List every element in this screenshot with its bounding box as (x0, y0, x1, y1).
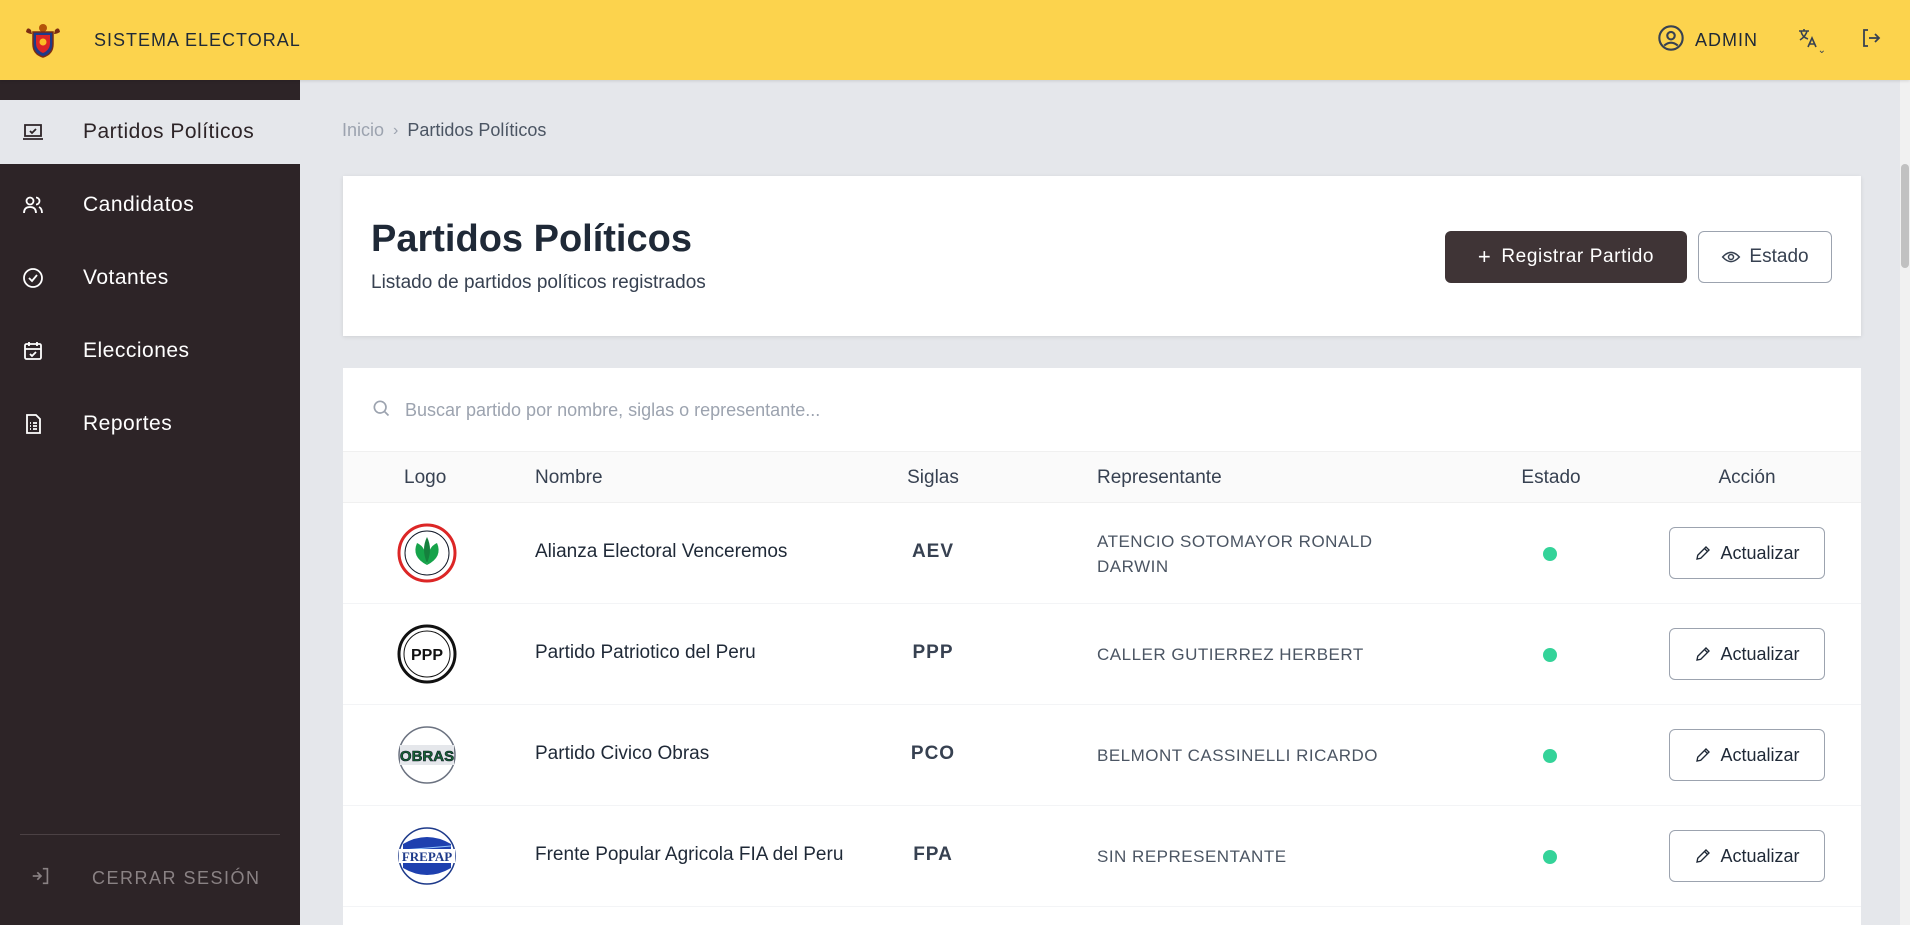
sidebar: Partidos Políticos Candidatos Votantes E… (0, 80, 300, 925)
party-name: Partido Patriotico del Peru (535, 642, 756, 663)
status-active-dot (1543, 850, 1557, 864)
update-label: Actualizar (1720, 845, 1800, 866)
party-logo: FREPAP (397, 826, 457, 886)
table-row: FREPAP Frente Popular Agricola FIA del P… (343, 806, 1861, 907)
pencil-icon (1694, 645, 1712, 663)
party-representative: ATENCIO SOTOMAYOR RONALD DARWIN (1097, 532, 1373, 576)
party-name: Partido Civico Obras (535, 743, 710, 764)
scrollbar-thumb[interactable] (1901, 164, 1909, 268)
table-row: Alianza Electoral Venceremos AEV ATENCIO… (343, 503, 1861, 604)
status-active-dot (1543, 547, 1557, 561)
party-representative: CALLER GUTIERREZ HERBERT (1097, 645, 1364, 664)
party-sigla: FPA (913, 844, 953, 865)
logo-text: FREPAP (402, 849, 452, 864)
users-icon (20, 192, 46, 218)
sidebar-item-votantes[interactable]: Votantes (0, 246, 300, 310)
breadcrumb-home-link[interactable]: Inicio (342, 120, 384, 141)
check-circle-icon (20, 265, 46, 291)
page-title: Partidos Políticos (371, 218, 692, 260)
sidebar-item-label: Partidos Políticos (83, 120, 255, 143)
breadcrumb-separator: › (393, 121, 399, 139)
main-content: Inicio › Partidos Políticos Partidos Pol… (300, 80, 1910, 925)
estado-label: Estado (1749, 246, 1809, 267)
sidebar-item-label: Elecciones (83, 339, 190, 362)
page-subtitle: Listado de partidos políticos registrado… (371, 272, 706, 293)
update-party-button[interactable]: Actualizar (1669, 830, 1825, 882)
estado-filter-button[interactable]: Estado (1698, 231, 1832, 283)
coat-of-arms-logo (24, 21, 62, 59)
table-header: Logo Nombre Siglas Representante Estado … (343, 451, 1861, 503)
register-party-label: Registrar Partido (1501, 246, 1655, 267)
pencil-icon (1694, 544, 1712, 562)
user-menu-button[interactable]: ADMIN (1657, 24, 1758, 57)
update-label: Actualizar (1720, 643, 1800, 664)
update-party-button[interactable]: Actualizar (1669, 628, 1825, 680)
pencil-icon (1694, 847, 1712, 865)
update-label: Actualizar (1720, 542, 1800, 563)
party-sigla: PPP (912, 642, 954, 663)
register-party-button[interactable]: + Registrar Partido (1445, 231, 1687, 283)
search-icon (371, 398, 391, 423)
search-input[interactable] (405, 399, 1805, 421)
logo-text: OBRAS (400, 748, 454, 765)
update-party-button[interactable]: Actualizar (1669, 527, 1825, 579)
logout-icon (30, 865, 52, 892)
party-representative: SIN REPRESENTANTE (1097, 847, 1287, 866)
column-header-siglas: Siglas (907, 467, 959, 488)
file-text-icon (20, 411, 46, 437)
page-scrollbar[interactable] (1900, 80, 1910, 925)
user-circle-icon (1657, 24, 1685, 57)
column-header-representante: Representante (1097, 467, 1222, 488)
column-header-accion: Acción (1718, 467, 1776, 488)
party-logo (397, 523, 457, 583)
table-row: OBRAS Partido Civico Obras PCO BELMONT C… (343, 705, 1861, 806)
calendar-check-icon (20, 338, 46, 364)
party-name: Alianza Electoral Venceremos (535, 541, 788, 562)
app-title: SISTEMA ELECTORAL (94, 29, 301, 50)
sidebar-logout-button[interactable]: CERRAR SESIÓN (30, 865, 261, 892)
search-bar (371, 390, 1831, 430)
page-header-card: Partidos Políticos Listado de partidos p… (343, 176, 1861, 336)
sidebar-divider (20, 834, 280, 835)
user-name: ADMIN (1695, 29, 1758, 50)
update-label: Actualizar (1720, 744, 1800, 765)
logo-text: PPP (411, 647, 443, 664)
logout-icon (1859, 26, 1883, 55)
party-sigla: PCO (910, 743, 956, 764)
table-row: PPP Partido Patriotico del Peru PPP CALL… (343, 604, 1861, 705)
party-representative: BELMONT CASSINELLI RICARDO (1097, 746, 1378, 765)
translate-icon (1796, 26, 1820, 55)
party-logo: PPP (397, 624, 457, 684)
sidebar-item-candidatos[interactable]: Candidatos (0, 173, 300, 237)
breadcrumb-current: Partidos Políticos (407, 120, 547, 140)
chevron-down-icon: ⌄ (1817, 45, 1826, 56)
status-active-dot (1543, 749, 1557, 763)
update-party-button[interactable]: Actualizar (1669, 729, 1825, 781)
language-selector[interactable]: ⌄ (1790, 22, 1826, 58)
logout-button[interactable] (1856, 25, 1886, 55)
sidebar-item-label: Votantes (83, 266, 169, 289)
pencil-icon (1694, 746, 1712, 764)
column-header-estado: Estado (1521, 467, 1581, 488)
party-sigla: AEV (911, 541, 955, 562)
column-header-nombre: Nombre (535, 467, 603, 488)
sidebar-item-elecciones[interactable]: Elecciones (0, 319, 300, 383)
sidebar-item-reportes[interactable]: Reportes (0, 392, 300, 456)
sidebar-item-label: Reportes (83, 412, 173, 435)
top-bar: SISTEMA ELECTORAL ADMIN ⌄ (0, 0, 1910, 80)
party-logo: OBRAS (397, 725, 457, 785)
monitor-check-icon (20, 119, 46, 145)
eye-icon (1721, 247, 1741, 267)
breadcrumb: Inicio › Partidos Políticos (342, 120, 546, 141)
sidebar-item-partidos[interactable]: Partidos Políticos (0, 100, 300, 164)
status-active-dot (1543, 648, 1557, 662)
parties-table-card: Logo Nombre Siglas Representante Estado … (343, 368, 1861, 925)
sidebar-item-label: Candidatos (83, 193, 195, 216)
column-header-logo: Logo (404, 467, 447, 488)
plus-icon: + (1477, 244, 1492, 269)
party-name: Frente Popular Agricola FIA del Peru (535, 844, 844, 865)
logout-label: CERRAR SESIÓN (92, 868, 261, 888)
